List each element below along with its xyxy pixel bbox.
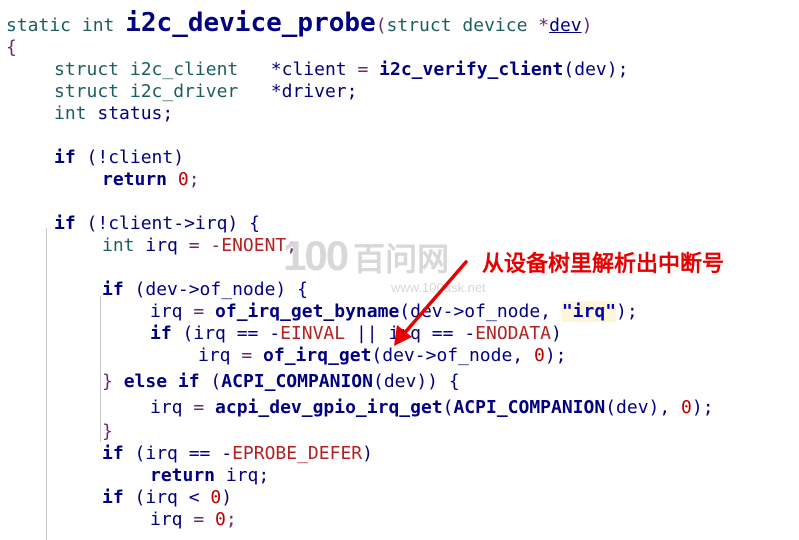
annotation-text: 从设备树里解析出中断号 xyxy=(482,252,725,277)
